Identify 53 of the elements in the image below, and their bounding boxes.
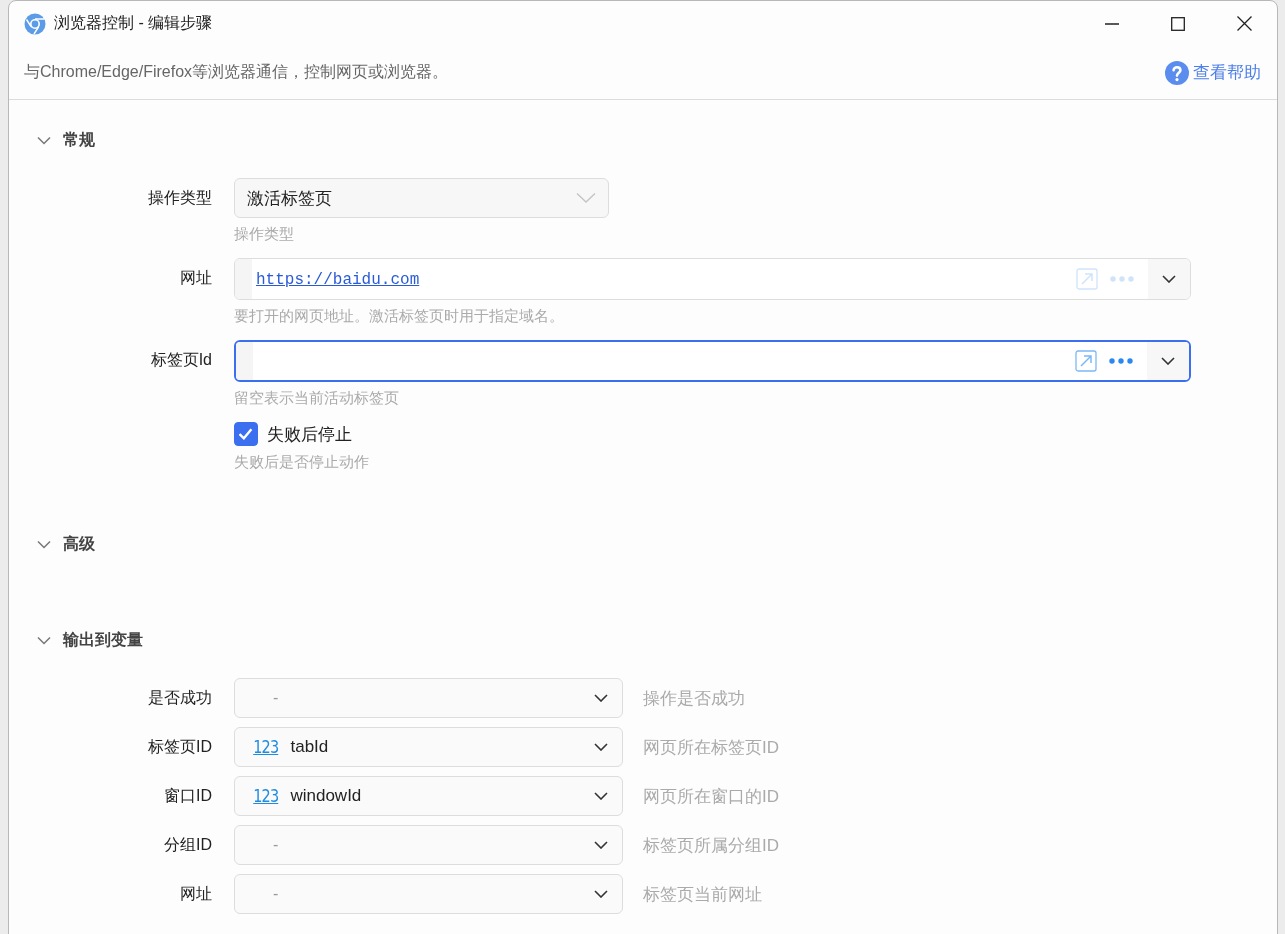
dropdown-button[interactable] (1147, 342, 1189, 380)
chevron-down-icon (594, 743, 608, 751)
open-external-icon[interactable] (1075, 350, 1097, 372)
checkmark-icon (239, 428, 253, 440)
section-header[interactable]: 高级 (37, 530, 95, 558)
section-header[interactable]: 常规 (37, 126, 95, 154)
field-hint: 网页所在窗口的ID (643, 785, 779, 808)
field-hint: 网页所在标签页ID (643, 736, 779, 759)
chevron-down-icon (594, 694, 608, 702)
description-text: 与Chrome/Edge/Firefox等浏览器通信，控制网页或浏览器。 (24, 62, 449, 82)
help-link[interactable]: 查看帮助 (1165, 60, 1261, 85)
maximize-icon (1171, 16, 1185, 31)
field-label: 网址 (179, 268, 212, 288)
window-title: 浏览器控制 - 编辑步骤 (54, 13, 213, 33)
field-label: 分组ID (163, 835, 212, 855)
dropdown-button[interactable] (1148, 259, 1190, 299)
chevron-down-icon (576, 192, 596, 204)
chevron-down-icon (1162, 275, 1176, 283)
variable-dropdown[interactable]: 123 tabId (234, 727, 623, 767)
field-label: 窗口ID (163, 786, 212, 806)
help-icon (1165, 60, 1189, 85)
field-label: 是否成功 (147, 688, 212, 708)
number-type-icon: 123 (253, 786, 279, 806)
chevron-down-icon (594, 841, 608, 849)
more-icon[interactable] (1109, 358, 1133, 364)
field-hint: 操作类型 (234, 224, 294, 244)
field-hint: 标签页当前网址 (643, 883, 762, 906)
dropdown-field[interactable]: 激活标签页 (234, 178, 609, 218)
checkbox-label[interactable]: 失败后停止 (267, 422, 352, 446)
chevron-down-icon (1161, 357, 1175, 365)
chevron-down-icon (594, 890, 608, 898)
field-label: 网址 (179, 884, 212, 904)
field-hint: 失败后是否停止动作 (234, 452, 369, 472)
section-header[interactable]: 输出到变量 (37, 626, 143, 654)
field-hint: 要打开的网页地址。激活标签页时用于指定域名。 (234, 306, 564, 326)
text-input-field[interactable] (234, 340, 1191, 382)
field-label: 标签页Id (149, 350, 212, 370)
app-logo-icon (24, 12, 46, 35)
field-hint: 留空表示当前活动标签页 (234, 388, 399, 408)
chevron-down-icon (594, 792, 608, 800)
input-prefix-area (235, 259, 252, 299)
field-label: 操作类型 (147, 188, 212, 208)
text-input-field[interactable]: https://baidu.com (234, 258, 1191, 300)
close-icon (1236, 16, 1252, 31)
input-prefix-area (236, 342, 253, 380)
field-hint: 操作是否成功 (643, 687, 745, 710)
field-label: 标签页ID (147, 737, 212, 757)
url-link[interactable]: https://baidu.com (256, 270, 420, 289)
minimize-icon (1105, 22, 1119, 25)
number-type-icon: 123 (253, 737, 279, 757)
variable-dropdown[interactable]: 123 windowId (234, 776, 623, 816)
field-hint: 标签页所属分组ID (643, 834, 779, 857)
checkbox[interactable] (234, 422, 258, 446)
